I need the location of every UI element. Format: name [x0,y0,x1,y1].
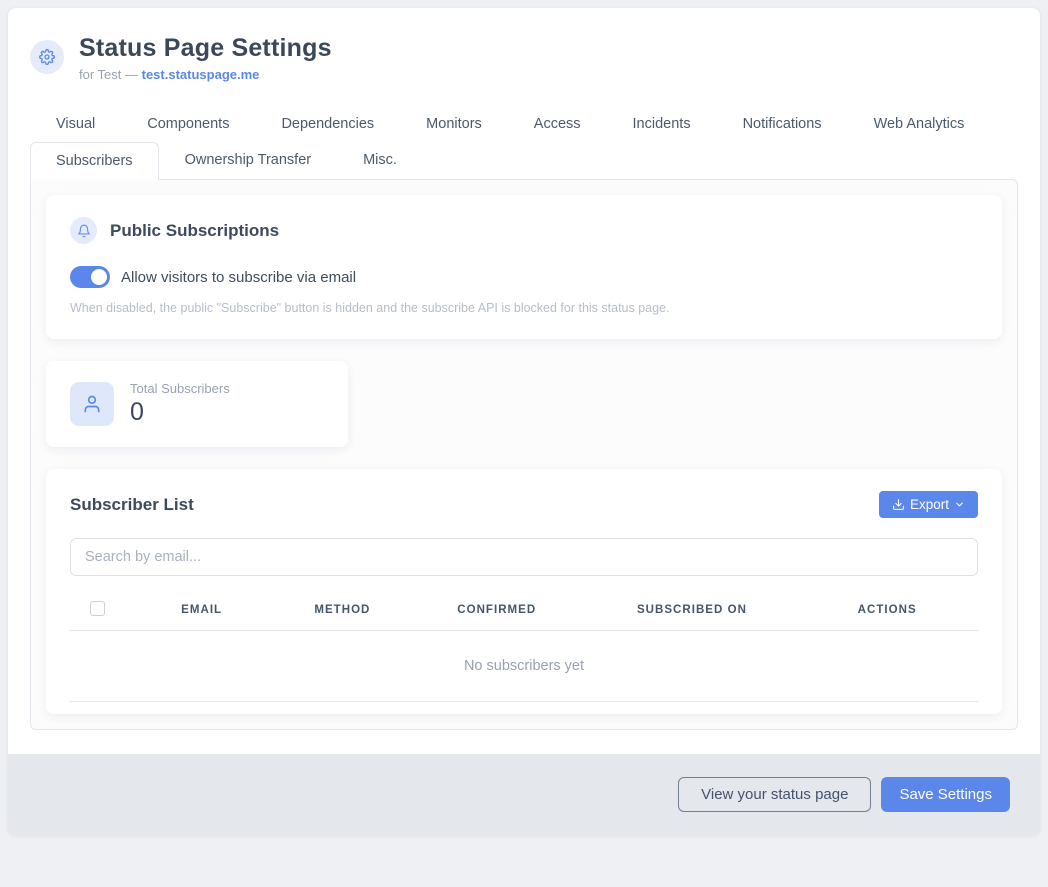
settings-footer: View your status page Save Settings [8,754,1040,835]
total-subscribers-value: 0 [130,398,230,427]
user-icon [70,382,114,426]
download-icon [892,498,905,511]
main-content: Status Page Settings for Test — test.sta… [8,8,1040,754]
status-page-link[interactable]: test.statuspage.me [142,67,260,82]
tab-row-2: Subscribers Ownership Transfer Misc. [30,142,1018,179]
export-button-label: Export [910,497,949,512]
subscriber-list-card: Subscriber List Export [46,469,1002,714]
settings-tabs: Visual Components Dependencies Monitors … [30,106,1018,730]
subscribers-tab-panel: Public Subscriptions Allow visitors to s… [30,179,1018,730]
allow-subscribe-toggle[interactable] [70,266,110,288]
column-method: METHOD [279,590,406,631]
tab-subscribers[interactable]: Subscribers [30,142,159,180]
tab-visual[interactable]: Visual [30,106,121,142]
status-page-settings-window: Status Page Settings for Test — test.sta… [8,8,1040,835]
tab-notifications[interactable]: Notifications [717,106,848,142]
search-input[interactable] [70,538,978,576]
total-subscribers-card: Total Subscribers 0 [46,361,348,447]
save-settings-button[interactable]: Save Settings [881,777,1010,812]
page-header: Status Page Settings for Test — test.sta… [30,34,1018,82]
select-all-checkbox[interactable] [90,601,105,616]
view-status-page-button[interactable]: View your status page [678,777,871,812]
column-confirmed: CONFIRMED [406,590,588,631]
toggle-knob [91,269,107,285]
tab-web-analytics[interactable]: Web Analytics [848,106,991,142]
tab-ownership-transfer[interactable]: Ownership Transfer [159,142,338,179]
subscribe-help-text: When disabled, the public "Subscribe" bu… [70,301,978,315]
page-subtitle: for Test — test.statuspage.me [79,67,332,82]
page-header-text: Status Page Settings for Test — test.sta… [79,34,332,82]
total-subscribers-text: Total Subscribers 0 [130,381,230,427]
subscriber-list-title: Subscriber List [70,495,194,515]
public-subscriptions-title: Public Subscriptions [110,221,279,241]
allow-subscribe-label: Allow visitors to subscribe via email [121,269,356,286]
column-email: EMAIL [124,590,278,631]
tab-monitors[interactable]: Monitors [400,106,508,142]
tab-incidents[interactable]: Incidents [607,106,717,142]
subscribe-toggle-row: Allow visitors to subscribe via email [70,266,978,288]
column-subscribed-on: SUBSCRIBED ON [588,590,797,631]
subtitle-prefix: for Test — [79,67,142,82]
tab-components[interactable]: Components [121,106,255,142]
empty-state-text: No subscribers yet [70,631,978,702]
tab-access[interactable]: Access [508,106,607,142]
tab-dependencies[interactable]: Dependencies [255,106,400,142]
bell-icon [70,217,97,244]
subscriber-list-header: Subscriber List Export [70,491,978,518]
subscriber-table: EMAIL METHOD CONFIRMED SUBSCRIBED ON ACT… [70,590,978,702]
tab-misc[interactable]: Misc. [337,142,423,179]
export-button[interactable]: Export [879,491,978,518]
public-subscriptions-header: Public Subscriptions [70,217,978,244]
empty-state-row: No subscribers yet [70,631,978,702]
column-actions: ACTIONS [796,590,978,631]
gear-icon [30,40,64,74]
public-subscriptions-card: Public Subscriptions Allow visitors to s… [46,195,1002,339]
chevron-down-icon [954,499,965,510]
table-header-row: EMAIL METHOD CONFIRMED SUBSCRIBED ON ACT… [70,590,978,631]
tab-row-1: Visual Components Dependencies Monitors … [30,106,1018,142]
page-title: Status Page Settings [79,34,332,63]
total-subscribers-label: Total Subscribers [130,381,230,396]
